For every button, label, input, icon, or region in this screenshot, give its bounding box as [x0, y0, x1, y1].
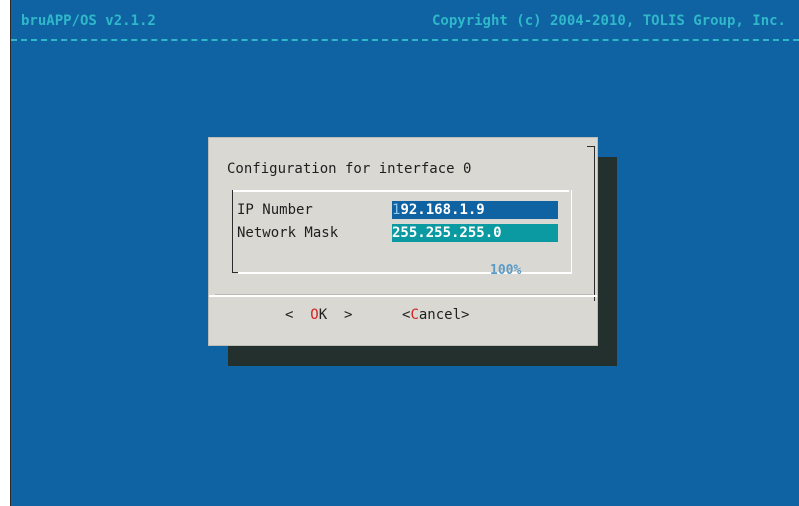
dialog-border	[594, 146, 595, 301]
cancel-button[interactable]: <Cancel>	[402, 306, 469, 324]
button-divider	[209, 295, 597, 297]
cancel-hotkey: C	[410, 307, 419, 323]
ok-button[interactable]: < OK >	[285, 306, 352, 324]
ok-hotkey: O	[310, 307, 319, 323]
network-mask-label: Network Mask	[237, 225, 339, 241]
ip-number-input[interactable]: 192.168.1.9	[392, 201, 558, 219]
header-divider	[11, 39, 799, 41]
dialog-title: Configuration for interface 0	[227, 161, 472, 177]
interface-config-dialog: Configuration for interface 0 IP Number …	[208, 137, 598, 346]
network-mask-input[interactable]: 255.255.255.0	[392, 224, 558, 242]
scroll-percent: 100%	[490, 263, 522, 278]
app-title: bruAPP/OS v2.1.2	[21, 13, 156, 29]
ip-number-value: 92.168.1.9	[400, 202, 485, 218]
copyright-text: Copyright (c) 2004-2010, TOLIS Group, In…	[431, 13, 786, 29]
ip-number-label: IP Number	[237, 202, 313, 218]
terminal-screen: bruAPP/OS v2.1.2 Copyright (c) 2004-2010…	[10, 0, 799, 506]
